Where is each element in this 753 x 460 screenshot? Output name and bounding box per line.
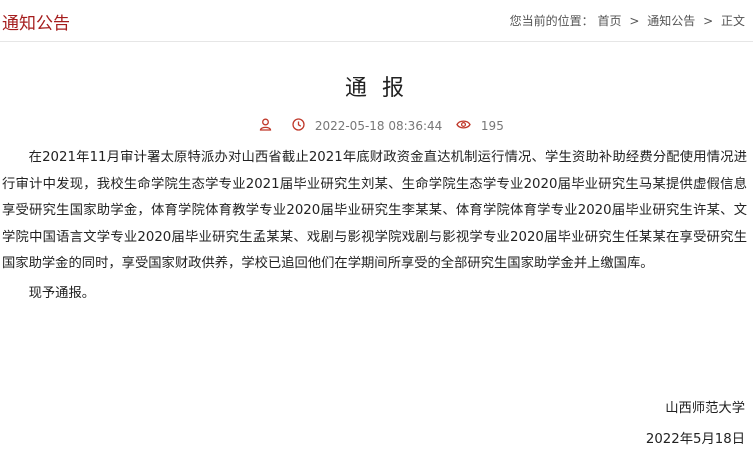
article-title: 通 报 xyxy=(345,76,408,101)
article-meta: 2022-05-18 08:36:44 195 xyxy=(0,118,753,134)
breadcrumb-current: 正文 xyxy=(720,14,745,28)
clock-icon xyxy=(292,118,305,134)
publish-date: 2022-05-18 08:36:44 xyxy=(314,119,443,133)
body-paragraph: 在2021年11月审计署太原特派办对山西省截止2021年底财政资金直达机制运行情… xyxy=(2,150,747,271)
breadcrumb: 您当前的位置： 首页 > 通知公告 > 正文 xyxy=(510,12,745,29)
top-bar: 通知公告 您当前的位置： 首页 > 通知公告 > 正文 xyxy=(0,0,753,42)
user-icon xyxy=(259,118,272,134)
breadcrumb-prefix: 您当前的位置： xyxy=(509,14,594,28)
signature-org: 山西师范大学 xyxy=(665,401,745,416)
eye-icon xyxy=(456,119,471,133)
article-body: 在2021年11月审计署太原特派办对山西省截止2021年底财政资金直达机制运行情… xyxy=(2,145,747,307)
view-count: 195 xyxy=(480,119,504,133)
breadcrumb-notices-link[interactable]: 通知公告 xyxy=(647,14,695,28)
breadcrumb-home-link[interactable]: 首页 xyxy=(598,14,622,28)
signature-date: 2022年5月18日 xyxy=(645,432,745,447)
breadcrumb-separator: > xyxy=(629,14,640,28)
section-title: 通知公告 xyxy=(2,14,70,34)
body-paragraph: 现予通报。 xyxy=(28,285,96,301)
breadcrumb-separator: > xyxy=(703,14,714,28)
